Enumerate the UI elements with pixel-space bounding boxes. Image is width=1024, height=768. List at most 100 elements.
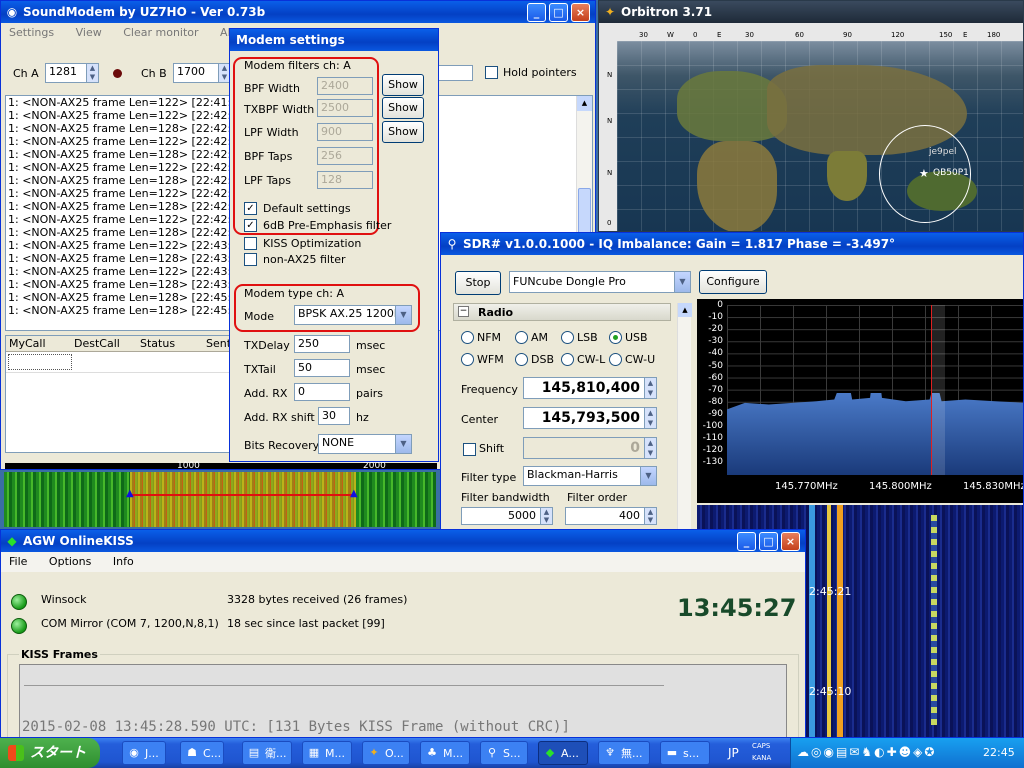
center-field[interactable]: 145,793,500 ▲ ▼ xyxy=(523,407,657,429)
taskbar-item-orbitron[interactable]: ✦ O... xyxy=(362,741,410,765)
frequency-spin[interactable]: ▲ ▼ xyxy=(644,378,656,398)
taskbar-item-s[interactable]: ▬ s... xyxy=(660,741,710,765)
taskbar-item-folder[interactable]: ▤ 衛... xyxy=(242,741,292,765)
ruler-field[interactable] xyxy=(437,65,473,81)
soundmodem-titlebar[interactable]: ◉ SoundModem by UZ7HO - Ver 0.73b _ □ × xyxy=(1,1,595,23)
taskbar-item-c[interactable]: ☗ C... xyxy=(180,741,224,765)
tray-icons[interactable]: ☁◎◉▤✉♞◐✚☻◈✪ xyxy=(797,745,936,759)
cha-spin-arrows[interactable]: ▲ ▼ xyxy=(86,64,98,82)
chevron-down-icon[interactable]: ▼ xyxy=(640,467,656,485)
filter-bw-spin[interactable]: ▲ ▼ xyxy=(540,508,552,524)
tuning-marker-b[interactable]: ▲ xyxy=(350,488,358,499)
bits-recovery-select[interactable]: NONE ▼ xyxy=(318,434,412,454)
center-spin[interactable]: ▲ ▼ xyxy=(644,408,656,428)
txtail-field[interactable]: 50 xyxy=(294,359,350,377)
orbitron-titlebar[interactable]: ✦ Orbitron 3.71 xyxy=(599,1,1023,23)
chevron-down-icon[interactable]: ▼ xyxy=(395,435,411,453)
chevron-down-icon[interactable]: ▼ xyxy=(395,306,411,324)
sdr-titlebar[interactable]: ⚲ SDR# v1.0.0.1000 - IQ Imbalance: Gain … xyxy=(441,233,1023,255)
start-button[interactable]: スタート xyxy=(0,738,100,768)
default-settings-checkbox[interactable]: ✓ xyxy=(244,202,257,215)
world-map[interactable]: je9pel ★ QB50P1 xyxy=(617,41,1023,231)
mode-cwu-radio[interactable] xyxy=(609,353,622,366)
lpf-taps-field[interactable]: 128 xyxy=(317,171,373,189)
tuning-marker-a[interactable]: ▲ xyxy=(126,488,134,499)
show-bpf-button[interactable]: Show xyxy=(382,74,424,96)
maximize-button[interactable]: □ xyxy=(759,532,778,551)
shift-spin[interactable]: ▲ ▼ xyxy=(644,438,656,458)
agw-titlebar[interactable]: ◆ AGW OnlineKISS _ □ × xyxy=(1,530,805,552)
kiss-optimization-checkbox[interactable] xyxy=(244,237,257,250)
addrx-shift-field[interactable]: 30 xyxy=(318,407,350,425)
collapse-icon[interactable]: − xyxy=(458,306,469,317)
txdelay-field[interactable]: 250 xyxy=(294,335,350,353)
taskbar-item-chrome[interactable]: ◉ J... xyxy=(122,741,166,765)
scroll-up-arrow[interactable]: ▲ xyxy=(678,303,692,317)
configure-button[interactable]: Configure xyxy=(699,270,767,294)
menu-info[interactable]: Info xyxy=(113,555,134,568)
taskbar-item-musen[interactable]: ♆ 無... xyxy=(598,741,650,765)
mode-cwl-radio[interactable] xyxy=(561,353,574,366)
taskbar-item-sdr[interactable]: ⚲ S... xyxy=(480,741,528,765)
shift-checkbox[interactable] xyxy=(463,443,476,456)
menu-options[interactable]: Options xyxy=(49,555,91,568)
mode-dsb-radio[interactable] xyxy=(515,353,528,366)
windows-flag-icon xyxy=(8,745,24,761)
mode-am-radio[interactable] xyxy=(515,331,528,344)
audio-waterfall[interactable]: ▲ ▲ xyxy=(4,472,436,527)
modem-settings-titlebar[interactable]: Modem settings xyxy=(230,29,438,51)
kiss-frames-list[interactable]: 2015-02-08 13:45:28.590 UTC: [131 Bytes … xyxy=(19,664,787,737)
bpf-taps-field[interactable]: 256 xyxy=(317,147,373,165)
menu-file[interactable]: File xyxy=(9,555,27,568)
mode-select[interactable]: BPSK AX.25 1200bd ▼ xyxy=(294,305,412,325)
radio-panel-header[interactable]: − Radio xyxy=(453,303,671,321)
stop-button[interactable]: Stop xyxy=(455,271,501,295)
lpf-width-field[interactable]: 900 xyxy=(317,123,373,141)
cha-spinner[interactable]: 1281 ▲ ▼ xyxy=(45,63,99,83)
menu-clear-monitor[interactable]: Clear monitor xyxy=(123,26,198,39)
close-button[interactable]: × xyxy=(571,3,590,22)
filter-type-select[interactable]: Blackman-Harris ▼ xyxy=(523,466,657,486)
menu-view[interactable]: View xyxy=(76,26,102,39)
spectrum-display[interactable]: 0 -10 -20 -30 -40 -50 -60 -70 -80 -90 -100 -110 -120… xyxy=(697,299,1023,503)
scroll-up-arrow[interactable]: ▲ xyxy=(577,96,592,111)
taskbar-item-label: M... xyxy=(443,747,463,760)
taskbar-item-m2[interactable]: ♣ M... xyxy=(420,741,470,765)
taskbar-item-agw[interactable]: ◆ A... xyxy=(538,741,588,765)
table-row[interactable] xyxy=(8,354,72,370)
col-destcall[interactable]: DestCall xyxy=(74,337,120,350)
txbpf-width-field[interactable]: 2500 xyxy=(317,99,373,117)
show-txbpf-button[interactable]: Show xyxy=(382,97,424,119)
col-mycall[interactable]: MyCall xyxy=(9,337,46,350)
tuned-frequency-line[interactable] xyxy=(931,305,932,475)
mode-usb-radio[interactable] xyxy=(609,331,622,344)
taskbar-item-m1[interactable]: ▦ M... xyxy=(302,741,352,765)
chb-spinner[interactable]: 1700 ▲ ▼ xyxy=(173,63,231,83)
hold-pointers-checkbox[interactable] xyxy=(485,66,498,79)
mode-nfm-radio[interactable] xyxy=(461,331,474,344)
mode-wfm-radio[interactable] xyxy=(461,353,474,366)
filter-order-field[interactable]: 400 ▲ ▼ xyxy=(565,507,657,525)
addrx-field[interactable]: 0 xyxy=(294,383,350,401)
close-button[interactable]: × xyxy=(781,532,800,551)
pre-emphasis-checkbox[interactable]: ✓ xyxy=(244,219,257,232)
chevron-down-icon[interactable]: ▼ xyxy=(674,272,690,292)
frequency-field[interactable]: 145,810,400 ▲ ▼ xyxy=(523,377,657,399)
language-indicator[interactable]: JP xyxy=(728,746,739,760)
maximize-button[interactable]: □ xyxy=(549,3,568,22)
col-status[interactable]: Status xyxy=(140,337,175,350)
shift-field[interactable]: 0 ▲ ▼ xyxy=(523,437,657,459)
col-sent[interactable]: Sent xyxy=(206,337,231,350)
bpf-width-field[interactable]: 2400 xyxy=(317,77,373,95)
mode-lsb-radio[interactable] xyxy=(561,331,574,344)
minimize-button[interactable]: _ xyxy=(527,3,546,22)
sdr-app-icon: ⚲ xyxy=(447,237,457,251)
non-ax25-checkbox[interactable] xyxy=(244,253,257,266)
minimize-button[interactable]: _ xyxy=(737,532,756,551)
txbpf-width-value: 2500 xyxy=(321,101,349,114)
menu-settings[interactable]: Settings xyxy=(9,26,54,39)
device-select[interactable]: FUNcube Dongle Pro ▼ xyxy=(509,271,691,293)
show-lpf-button[interactable]: Show xyxy=(382,121,424,143)
filter-order-spin[interactable]: ▲ ▼ xyxy=(644,508,656,524)
filter-bw-field[interactable]: 5000 ▲ ▼ xyxy=(461,507,553,525)
